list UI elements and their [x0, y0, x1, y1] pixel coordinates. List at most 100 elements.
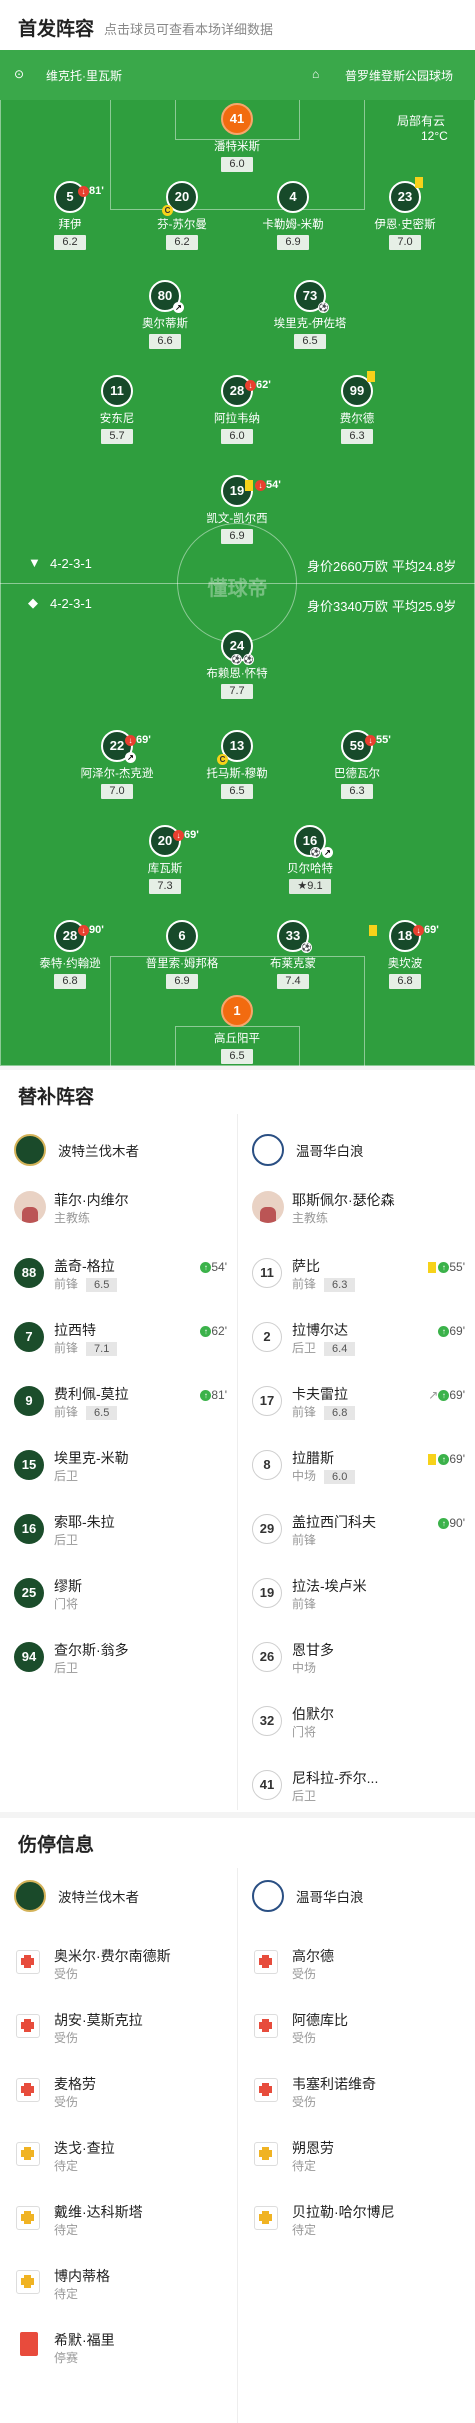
- injury-row[interactable]: 高尔德 受伤: [238, 1938, 475, 1988]
- player-card[interactable]: 41 潘特米斯 6.0: [187, 103, 287, 172]
- player-card[interactable]: 24 ⚽ ⚽ 布赖恩·怀特 7.7: [187, 630, 287, 699]
- player-card[interactable]: 33 ⚽ 布莱克蒙 7.4: [243, 920, 343, 989]
- page-subtitle: 点击球员可查看本场详细数据: [104, 22, 274, 37]
- home-formation: 4-2-3-1: [50, 556, 92, 571]
- player-card[interactable]: 11 安东尼 5.7: [67, 375, 167, 444]
- sub-player-row[interactable]: 25 缪斯 门将: [0, 1568, 237, 1618]
- sub-player-row[interactable]: 19 拉法-埃卢米 前锋: [238, 1568, 475, 1618]
- yellow-card-icon: [428, 1262, 437, 1274]
- sub-out-icon: ↓: [245, 379, 256, 391]
- injury-row[interactable]: 戴维·达科斯塔 待定: [0, 2194, 237, 2244]
- sub-player-row[interactable]: 7 拉西特 前锋 7.1 ↑ 62': [0, 1312, 237, 1362]
- star-icon: ★: [297, 880, 308, 892]
- away-coach-row[interactable]: 耶斯佩尔·瑟伦森 主教练: [238, 1182, 475, 1232]
- away-value: 身价3340万欧: [307, 599, 388, 614]
- away-team-header[interactable]: 温哥华白浪: [238, 1874, 364, 1918]
- injury-row[interactable]: 迭戈·查拉 待定: [0, 2130, 237, 2180]
- sub-player-row[interactable]: 29 盖拉西门科夫 前锋 ↑ 90': [238, 1504, 475, 1554]
- injury-icon: [16, 1950, 40, 1974]
- injury-section-header: 伤停信息: [0, 1818, 475, 1862]
- away-team-icon: ◆: [28, 595, 38, 610]
- home-avg-age: 平均24.8岁: [392, 559, 457, 574]
- player-card[interactable]: 73 ⚽ 埃里克-伊佐塔 6.5: [260, 280, 360, 349]
- coach-avatar: [14, 1191, 46, 1223]
- player-card[interactable]: 16 ⚽ ↗ 贝尔哈特 ★9.1: [260, 825, 360, 894]
- goal-ball-icon: ⚽: [310, 847, 321, 858]
- injury-icon: [254, 2078, 278, 2102]
- injury-row[interactable]: 麦格劳 受伤: [0, 2066, 237, 2116]
- injury-row[interactable]: 韦塞利诺维奇 受伤: [238, 2066, 475, 2116]
- sub-out-icon: ↓: [365, 734, 376, 746]
- coach-avatar: [252, 1191, 284, 1223]
- player-card[interactable]: 80 ↗ 奥尔蒂斯 6.6: [115, 280, 215, 349]
- injury-row[interactable]: 阿德库比 受伤: [238, 2002, 475, 2052]
- home-coach-row[interactable]: 菲尔·内维尔 主教练: [0, 1182, 237, 1232]
- injury-icon: [254, 2014, 278, 2038]
- injury-row[interactable]: 朔恩劳 待定: [238, 2130, 475, 2180]
- injury-row[interactable]: 贝拉勒·哈尔博尼 待定: [238, 2194, 475, 2244]
- yellow-card-icon: [415, 177, 423, 188]
- sub-player-row[interactable]: 32 伯默尔 门将: [238, 1696, 475, 1746]
- captain-icon: C: [162, 205, 173, 216]
- injury-row[interactable]: 希默·福里 停赛: [0, 2322, 237, 2372]
- sub-player-row[interactable]: 17 卡夫雷拉 前锋 6.8 ↗ ↑ 69': [238, 1376, 475, 1426]
- pitch: ⊙ 维克托·里瓦斯 ⌂ 普罗维登斯公园球场 局部有云 12°C 懂球帝 ▼ 4-…: [0, 50, 475, 1066]
- home-team-header[interactable]: 波特兰伐木者: [0, 1128, 139, 1172]
- sub-in-icon: ↑: [438, 1262, 450, 1274]
- sub-player-row[interactable]: 9 费利佩-莫拉 前锋 6.5 ↑ 81': [0, 1376, 237, 1426]
- player-card[interactable]: 6 普里索·姆邦格 6.9: [132, 920, 232, 989]
- home-team-header[interactable]: 波特兰伐木者: [0, 1874, 139, 1918]
- player-card[interactable]: 28 ↓ 90' 泰特·约翰逊 6.8: [20, 920, 120, 989]
- player-card[interactable]: 23 伊恩·史密斯 7.0: [355, 177, 455, 250]
- sub-in-icon: ↑: [438, 1454, 450, 1466]
- player-card[interactable]: 4 卡勒姆-米勒 6.9: [243, 181, 343, 250]
- player-card[interactable]: 1 高丘阳平 6.5: [187, 995, 287, 1064]
- sub-in-icon: ↑: [200, 1390, 212, 1402]
- injury-icon: [254, 1950, 278, 1974]
- sub-player-row[interactable]: 2 拉博尔达 后卫 6.4 ↑ 69': [238, 1312, 475, 1362]
- player-card[interactable]: 5 ↓ 81' 拜伊 6.2: [20, 181, 120, 250]
- player-card[interactable]: 28 ↓ 62' 阿拉韦纳 6.0: [187, 375, 287, 444]
- sub-player-row[interactable]: 8 拉腊斯 中场 6.0 ↑ 69': [238, 1440, 475, 1490]
- sub-player-row[interactable]: 11 萨比 前锋 6.3 ↑ 55': [238, 1248, 475, 1298]
- player-card[interactable]: 20 C 芬-苏尔曼 6.2: [132, 181, 232, 250]
- lineup-header: 首发阵容 点击球员可查看本场详细数据: [0, 0, 475, 50]
- injury-icon: [16, 2078, 40, 2102]
- sub-out-icon: ↓: [78, 924, 89, 936]
- sub-player-row[interactable]: 15 埃里克-米勒 后卫: [0, 1440, 237, 1490]
- yellow-card-icon: [369, 924, 377, 936]
- away-team-header[interactable]: 温哥华白浪: [238, 1128, 364, 1172]
- goal-ball-icon: ⚽: [318, 302, 329, 313]
- goal-ball-icon: ⚽: [243, 654, 254, 665]
- sub-out-icon: ↓: [78, 185, 89, 197]
- injury-row[interactable]: 胡安·莫斯克拉 受伤: [0, 2002, 237, 2052]
- injury-row[interactable]: 博内蒂格 待定: [0, 2258, 237, 2308]
- home-team-icon: ▼: [28, 555, 41, 570]
- sub-player-row[interactable]: 88 盖奇-格拉 前锋 6.5 ↑ 54': [0, 1248, 237, 1298]
- player-card[interactable]: 20 ↓ 69' 库瓦斯 7.3: [115, 825, 215, 894]
- sub-player-row[interactable]: 94 查尔斯·翁多 后卫: [0, 1632, 237, 1682]
- stadium-icon: ⌂: [312, 67, 320, 81]
- sub-out-icon: ↓: [125, 734, 136, 746]
- player-card[interactable]: 13 C 托马斯-穆勒 6.5: [187, 730, 287, 799]
- vancouver-logo-icon: [252, 1880, 284, 1912]
- doubtful-icon: [254, 2142, 278, 2166]
- player-card[interactable]: 18 ↓ 69' 奥坎波 6.8: [355, 920, 455, 989]
- injury-row[interactable]: 奥米尔·费尔南德斯 受伤: [0, 1938, 237, 1988]
- player-card[interactable]: 99 费尔德 6.3: [307, 371, 407, 444]
- sub-player-row[interactable]: 16 索耶-朱拉 后卫: [0, 1504, 237, 1554]
- captain-icon: C: [217, 754, 228, 765]
- player-card[interactable]: 22 ↓ 69' ↗ 阿泽尔-杰克逊 7.0: [67, 730, 167, 799]
- sub-player-row[interactable]: 41 尼科拉-乔尔... 后卫: [238, 1760, 475, 1810]
- sub-in-icon: ↑: [200, 1262, 212, 1274]
- vancouver-logo-icon: [252, 1134, 284, 1166]
- sub-in-icon: ↑: [438, 1390, 450, 1402]
- player-card[interactable]: 19 ↓ 54' 凯文-凯尔西 6.9: [187, 475, 287, 544]
- yellow-card-icon: [428, 1454, 437, 1466]
- sub-in-icon: ↑: [200, 1326, 212, 1338]
- page-title: 首发阵容: [18, 19, 95, 40]
- sub-player-row[interactable]: 26 恩甘多 中场: [238, 1632, 475, 1682]
- doubtful-icon: [254, 2206, 278, 2230]
- yellow-card-icon: [245, 479, 253, 491]
- player-card[interactable]: 59 ↓ 55' 巴德瓦尔 6.3: [307, 730, 407, 799]
